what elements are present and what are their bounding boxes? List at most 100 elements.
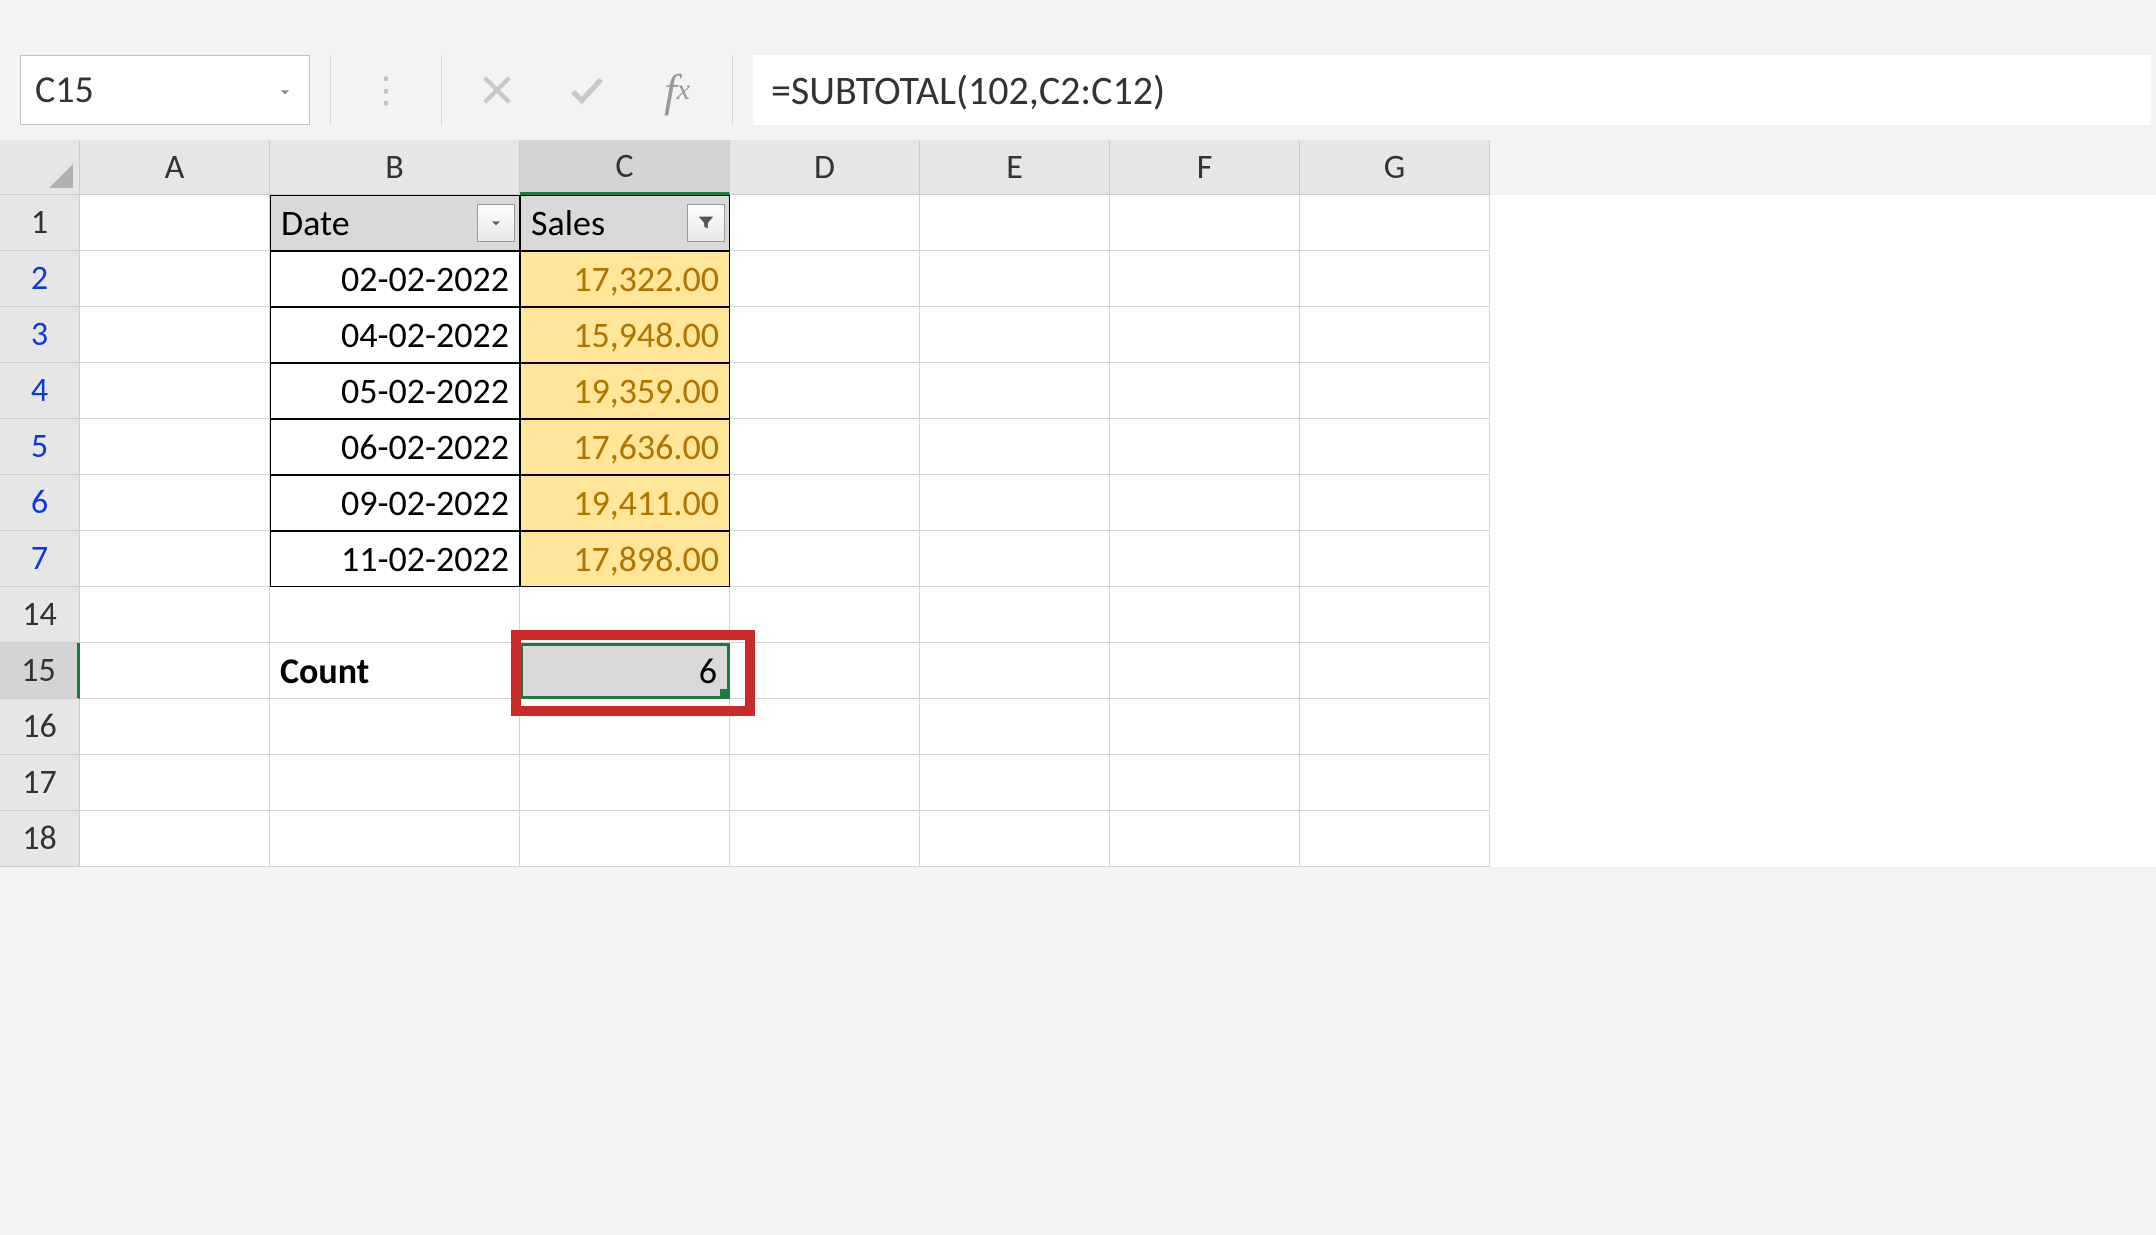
cell-B1-date-header[interactable]: Date (270, 195, 520, 251)
cell-C4[interactable]: 19,359.00 (520, 363, 730, 419)
cell-C5[interactable]: 17,636.00 (520, 419, 730, 475)
cell-D2[interactable] (730, 251, 920, 307)
cell-G6[interactable] (1300, 475, 1490, 531)
row-head-5[interactable]: 5 (0, 419, 80, 475)
row-head-3[interactable]: 3 (0, 307, 80, 363)
cell-G3[interactable] (1300, 307, 1490, 363)
cell-C6[interactable]: 19,411.00 (520, 475, 730, 531)
cell-G18[interactable] (1300, 811, 1490, 867)
enter-icon[interactable] (552, 55, 622, 125)
cell-A16[interactable] (80, 699, 270, 755)
row-head-4[interactable]: 4 (0, 363, 80, 419)
cell-A4[interactable] (80, 363, 270, 419)
cell-B2[interactable]: 02-02-2022 (270, 251, 520, 307)
cell-B4[interactable]: 05-02-2022 (270, 363, 520, 419)
cell-E18[interactable] (920, 811, 1110, 867)
cell-E1[interactable] (920, 195, 1110, 251)
cell-E17[interactable] (920, 755, 1110, 811)
cell-F2[interactable] (1110, 251, 1300, 307)
cell-B15-count-label[interactable]: Count (270, 643, 520, 699)
cell-G5[interactable] (1300, 419, 1490, 475)
cell-D17[interactable] (730, 755, 920, 811)
cell-F4[interactable] (1110, 363, 1300, 419)
cell-D4[interactable] (730, 363, 920, 419)
cell-C7[interactable]: 17,898.00 (520, 531, 730, 587)
cell-E4[interactable] (920, 363, 1110, 419)
filter-button-date[interactable] (477, 204, 515, 242)
col-head-D[interactable]: D (730, 140, 920, 195)
cell-A6[interactable] (80, 475, 270, 531)
row-head-7[interactable]: 7 (0, 531, 80, 587)
cell-F7[interactable] (1110, 531, 1300, 587)
cell-E7[interactable] (920, 531, 1110, 587)
cell-B14[interactable] (270, 587, 520, 643)
cell-A18[interactable] (80, 811, 270, 867)
cell-E16[interactable] (920, 699, 1110, 755)
cell-D7[interactable] (730, 531, 920, 587)
row-head-17[interactable]: 17 (0, 755, 80, 811)
cell-F15[interactable] (1110, 643, 1300, 699)
cell-E3[interactable] (920, 307, 1110, 363)
cell-A17[interactable] (80, 755, 270, 811)
col-head-C[interactable]: C (520, 140, 730, 195)
cancel-icon[interactable] (462, 55, 532, 125)
cell-E15[interactable] (920, 643, 1110, 699)
row-head-18[interactable]: 18 (0, 811, 80, 867)
row-head-14[interactable]: 14 (0, 587, 80, 643)
select-all-corner[interactable] (0, 140, 80, 195)
cell-A1[interactable] (80, 195, 270, 251)
cell-B16[interactable] (270, 699, 520, 755)
cell-F18[interactable] (1110, 811, 1300, 867)
col-head-E[interactable]: E (920, 140, 1110, 195)
row-head-1[interactable]: 1 (0, 195, 80, 251)
filter-active-button-sales[interactable] (687, 204, 725, 242)
col-head-G[interactable]: G (1300, 140, 1490, 195)
cell-F17[interactable] (1110, 755, 1300, 811)
cell-F6[interactable] (1110, 475, 1300, 531)
cell-D3[interactable] (730, 307, 920, 363)
cell-A5[interactable] (80, 419, 270, 475)
cell-C2[interactable]: 17,322.00 (520, 251, 730, 307)
cell-D16[interactable] (730, 699, 920, 755)
row-head-6[interactable]: 6 (0, 475, 80, 531)
chevron-down-icon[interactable] (275, 67, 295, 113)
col-head-B[interactable]: B (270, 140, 520, 195)
cell-G15[interactable] (1300, 643, 1490, 699)
cell-C1-sales-header[interactable]: Sales (520, 195, 730, 251)
formula-input[interactable]: =SUBTOTAL(102,C2:C12) (753, 55, 2151, 125)
more-icon[interactable]: ⋮ (351, 55, 421, 125)
cell-C14[interactable] (520, 587, 730, 643)
fx-icon[interactable]: fx (642, 55, 712, 125)
cell-G4[interactable] (1300, 363, 1490, 419)
cell-D5[interactable] (730, 419, 920, 475)
cell-G2[interactable] (1300, 251, 1490, 307)
cell-F14[interactable] (1110, 587, 1300, 643)
cell-F5[interactable] (1110, 419, 1300, 475)
col-head-A[interactable]: A (80, 140, 270, 195)
cell-E6[interactable] (920, 475, 1110, 531)
cell-C18[interactable] (520, 811, 730, 867)
cell-D6[interactable] (730, 475, 920, 531)
row-head-2[interactable]: 2 (0, 251, 80, 307)
name-box[interactable]: C15 (20, 55, 310, 125)
cell-G1[interactable] (1300, 195, 1490, 251)
cell-E2[interactable] (920, 251, 1110, 307)
row-head-15[interactable]: 15 (0, 643, 80, 699)
cell-A3[interactable] (80, 307, 270, 363)
cell-A15[interactable] (80, 643, 270, 699)
col-head-F[interactable]: F (1110, 140, 1300, 195)
row-head-16[interactable]: 16 (0, 699, 80, 755)
cell-C16[interactable] (520, 699, 730, 755)
cell-F3[interactable] (1110, 307, 1300, 363)
cell-A14[interactable] (80, 587, 270, 643)
cell-B6[interactable]: 09-02-2022 (270, 475, 520, 531)
cell-D14[interactable] (730, 587, 920, 643)
cell-D1[interactable] (730, 195, 920, 251)
cell-G14[interactable] (1300, 587, 1490, 643)
cell-F16[interactable] (1110, 699, 1300, 755)
cell-B3[interactable]: 04-02-2022 (270, 307, 520, 363)
cell-D15[interactable] (730, 643, 920, 699)
cell-D18[interactable] (730, 811, 920, 867)
cell-G17[interactable] (1300, 755, 1490, 811)
cell-A2[interactable] (80, 251, 270, 307)
